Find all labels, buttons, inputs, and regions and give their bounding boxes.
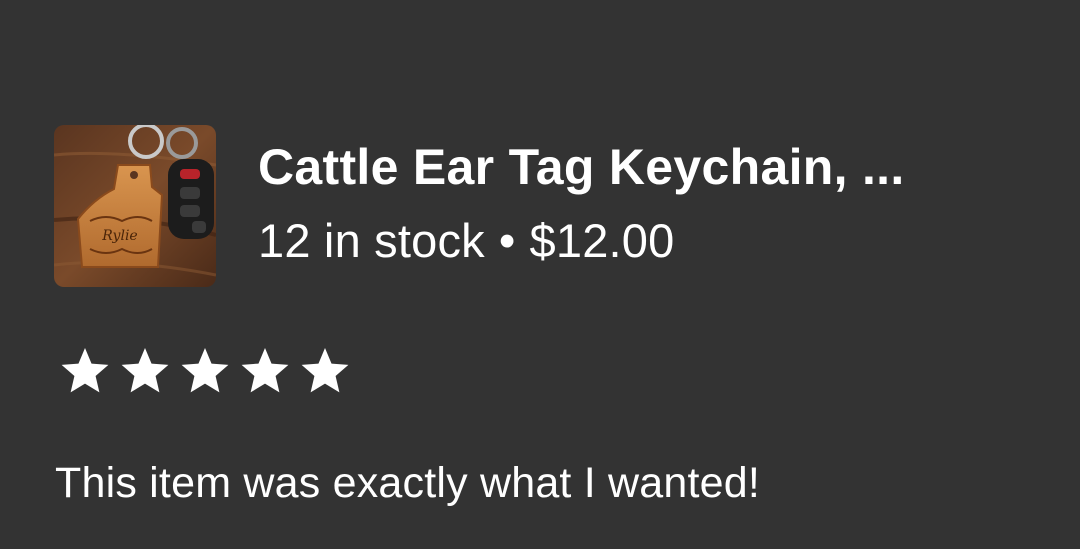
meta-separator: • xyxy=(498,214,516,267)
product-price: $12.00 xyxy=(529,214,675,267)
review-card: Rylie Cattle Ear Tag Keychain, ... 12 in… xyxy=(0,0,1080,549)
product-image: Rylie xyxy=(54,125,216,287)
review-text: This item was exactly what I wanted! xyxy=(55,459,761,507)
product-title[interactable]: Cattle Ear Tag Keychain, ... xyxy=(258,135,1018,199)
star-icon xyxy=(121,348,169,393)
stock-count: 12 in stock xyxy=(258,214,485,267)
star-icon xyxy=(61,348,109,393)
product-thumbnail[interactable]: Rylie xyxy=(54,125,216,287)
tag-engraving: Rylie xyxy=(101,228,137,244)
star-icon xyxy=(241,348,289,393)
star-icon xyxy=(181,348,229,393)
product-meta: 12 in stock • $12.00 xyxy=(258,209,1018,273)
star-rating xyxy=(58,344,352,400)
product-row[interactable]: Rylie Cattle Ear Tag Keychain, ... 12 in… xyxy=(54,125,1034,287)
product-info: Cattle Ear Tag Keychain, ... 12 in stock… xyxy=(258,135,1018,273)
star-icon xyxy=(301,348,349,393)
